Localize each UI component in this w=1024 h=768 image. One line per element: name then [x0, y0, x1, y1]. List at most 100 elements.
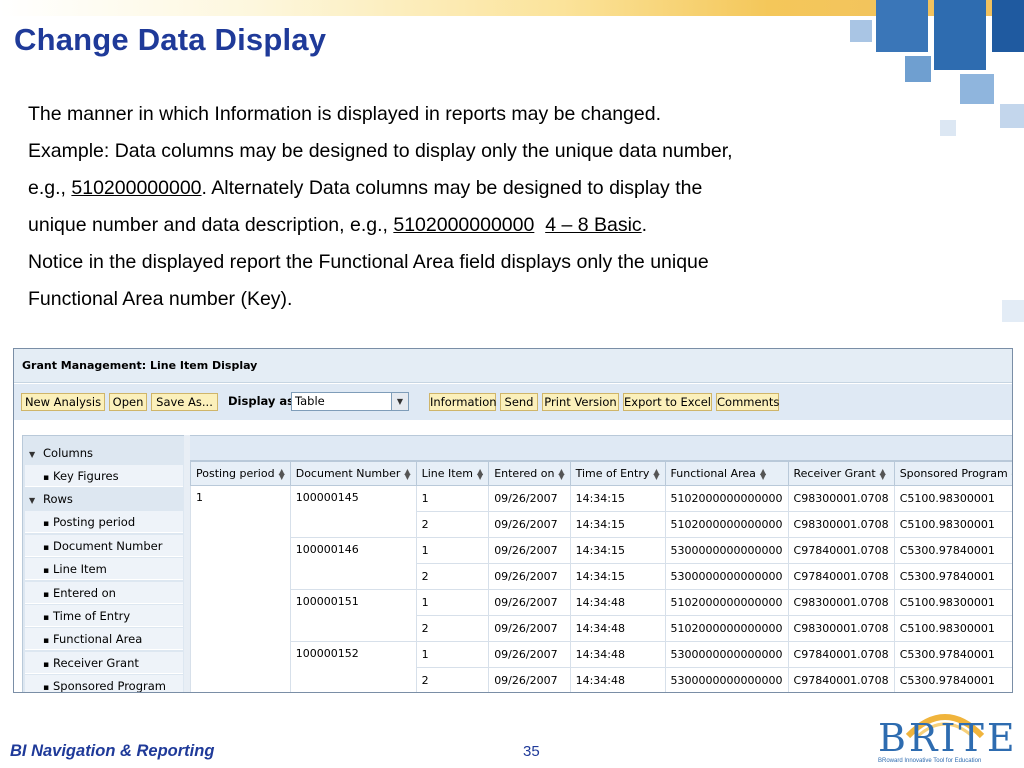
cell: 2 [415, 615, 490, 642]
top-gradient-band [0, 0, 1024, 16]
cell: 1 [415, 485, 490, 512]
cell: C98300001.0708 [787, 511, 895, 538]
nav-item-sponsored-program[interactable]: ▪ Sponsored Program [25, 675, 183, 692]
cell: C5100.98300001 [893, 485, 1012, 512]
nav-item-line-item[interactable]: ▪ Line Item [25, 558, 183, 580]
sort-icon[interactable]: ▲▼ [477, 468, 483, 481]
nav-item-receiver-grant[interactable]: ▪ Receiver Grant [25, 652, 183, 674]
cell-functional-area: 5300000000000000 [664, 537, 789, 564]
example-key-value-2: 5102000000000 [393, 214, 535, 236]
cell: 14:34:15 [569, 485, 666, 512]
nav-rows-node[interactable]: ▼ Rows [25, 488, 183, 510]
cell-document-number: 100000145 [289, 485, 417, 538]
brite-logo: BRITE BRoward Innovative Tool for Educat… [870, 706, 1020, 768]
report-window: Grant Management: Line Item Display New … [13, 348, 1013, 693]
example-key-value: 510200000000 [71, 177, 202, 199]
cell: C5100.98300001 [893, 615, 1012, 642]
export-to-excel-button[interactable]: Export to Excel [623, 393, 712, 411]
column-header-entered-on[interactable]: Entered on ▲ ▼ [488, 461, 571, 486]
cell: C97840001.0708 [787, 667, 895, 692]
nav-item-document-number[interactable]: ▪ Document Number [25, 535, 183, 557]
logo-subtitle: BRoward Innovative Tool for Education [878, 758, 982, 764]
column-header-functional-area[interactable]: Functional Area ▲ ▼ [664, 461, 789, 486]
cell: C97840001.0708 [787, 537, 895, 564]
dropdown-arrow-icon[interactable]: ▼ [391, 393, 408, 410]
table-row: 1 100000145 1 09/26/2007 14:34:15 510200… [190, 485, 1012, 692]
report-toolbar: New Analysis Open Save As... Display as … [14, 384, 1012, 420]
cell: 14:34:15 [569, 563, 666, 590]
column-header-line-item[interactable]: Line Item ▲ ▼ [415, 461, 490, 486]
cell-functional-area: 5300000000000000 [664, 563, 789, 590]
information-button[interactable]: Information [429, 393, 497, 411]
sort-icon[interactable]: ▲▼ [880, 468, 886, 481]
cell-document-number: 100000146 [289, 537, 417, 590]
column-header-time-of-entry[interactable]: Time of Entry ▲ ▼ [569, 461, 666, 486]
collapse-triangle-icon: ▼ [29, 450, 36, 459]
column-header-sponsored-program[interactable]: Sponsored Program▲▼ [893, 461, 1013, 486]
column-header-posting-period[interactable]: Posting period ▲ ▼ [190, 461, 291, 486]
cell-functional-area: 5102000000000000 [664, 485, 789, 512]
sort-icon[interactable]: ▲▼ [653, 468, 659, 481]
cell: 1 [415, 537, 490, 564]
table-row: 100000146 1 09/26/2007 14:34:15 53000000… [191, 537, 1012, 590]
send-button[interactable]: Send [500, 393, 538, 411]
cell-functional-area: 5102000000000000 [664, 511, 789, 538]
nav-columns-node[interactable]: ▼ Columns [25, 442, 183, 464]
logo-wordmark: BRITE [878, 716, 1018, 760]
cell: 2 [415, 667, 490, 692]
cell-posting-period: 1 [190, 485, 291, 692]
cell: 09/26/2007 [488, 537, 571, 564]
display-as-select[interactable]: Table ▼ [291, 392, 409, 411]
navigation-panel: ▼ Columns ▪ Key Figures ▼ Rows ▪ Posting per… [22, 435, 186, 692]
new-analysis-button[interactable]: New Analysis [21, 393, 105, 411]
cell: C5300.97840001 [893, 641, 1012, 668]
body-line: Example: Data columns may be designed to… [28, 140, 733, 162]
cell: 2 [415, 511, 490, 538]
cell: C98300001.0708 [787, 615, 895, 642]
sort-icon[interactable]: ▲▼ [404, 468, 410, 481]
cell: 09/26/2007 [488, 589, 571, 616]
cell: C5100.98300001 [893, 589, 1012, 616]
cell: 09/26/2007 [488, 485, 571, 512]
cell: C5300.97840001 [893, 563, 1012, 590]
example-description: 4 – 8 Basic [545, 214, 642, 236]
column-header-receiver-grant[interactable]: Receiver Grant ▲ ▼ [787, 461, 895, 486]
nav-item-key-figures[interactable]: ▪ Key Figures [25, 465, 183, 487]
nav-item-time-of-entry[interactable]: ▪ Time of Entry [25, 605, 183, 627]
display-as-label: Display as [228, 394, 295, 408]
comments-button[interactable]: Comments [716, 393, 779, 411]
cell-document-number: 100000152 [289, 641, 417, 692]
cell-functional-area: 5102000000000000 [664, 589, 789, 616]
report-grid-area: Posting period ▲ ▼ Document Number ▲ ▼ Line … [190, 435, 1012, 692]
nav-item-posting-period[interactable]: ▪ Posting period [25, 511, 183, 533]
print-version-button[interactable]: Print Version [542, 393, 619, 411]
sort-icon[interactable]: ▲▼ [558, 468, 564, 481]
cell: 1 [415, 641, 490, 668]
open-button[interactable]: Open [109, 393, 147, 411]
column-header-document-number[interactable]: Document Number ▲ ▼ [289, 461, 417, 486]
cell: 1 [415, 589, 490, 616]
grid-top-strip [190, 435, 1012, 461]
body-line: Functional Area number (Key). [28, 288, 293, 310]
cell: 14:34:48 [569, 589, 666, 616]
cell: C98300001.0708 [787, 589, 895, 616]
page-number: 35 [523, 743, 540, 760]
cell-functional-area: 5300000000000000 [664, 667, 789, 692]
collapse-triangle-icon: ▼ [29, 496, 36, 505]
cell: 14:34:15 [569, 537, 666, 564]
sort-icon[interactable]: ▲▼ [760, 468, 766, 481]
save-as-button[interactable]: Save As... [151, 393, 218, 411]
cell: 09/26/2007 [488, 615, 571, 642]
cell: 14:34:48 [569, 667, 666, 692]
nav-item-entered-on[interactable]: ▪ Entered on [25, 582, 183, 604]
body-line: Notice in the displayed report the Funct… [28, 251, 709, 273]
cell: C98300001.0708 [787, 485, 895, 512]
report-table: Posting period ▲ ▼ Document Number ▲ ▼ Line … [190, 461, 1013, 692]
table-header-row: Posting period ▲ ▼ Document Number ▲ ▼ Line … [190, 461, 1013, 486]
cell-functional-area: 5102000000000000 [664, 615, 789, 642]
sort-icon[interactable]: ▲▼ [1012, 468, 1013, 481]
sort-icon[interactable]: ▲▼ [279, 468, 285, 481]
cell: C5100.98300001 [893, 511, 1012, 538]
nav-item-functional-area[interactable]: ▪ Functional Area [25, 628, 183, 650]
cell-document-number: 100000151 [289, 589, 417, 642]
